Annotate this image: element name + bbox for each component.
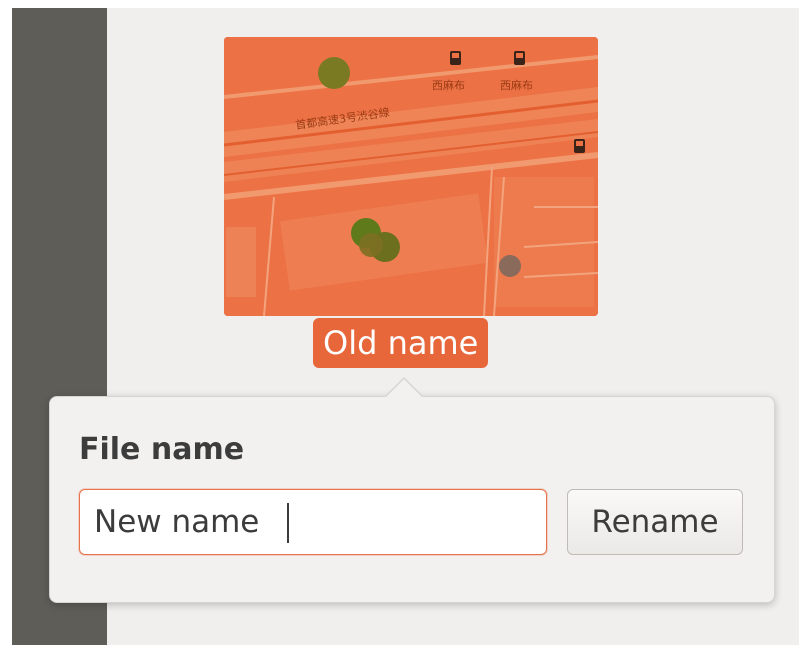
map-image: 西麻布 西麻布 首都高速3号渋谷線 [224, 37, 598, 316]
popover-arrow-fill [386, 379, 422, 397]
rename-button[interactable]: Rename [567, 489, 743, 555]
text-caret [287, 503, 289, 543]
bus-stop-icon [450, 51, 461, 65]
file-name-field-label: File name [79, 432, 245, 467]
file-name-input[interactable] [79, 489, 547, 555]
bus-stop-icon [514, 51, 525, 65]
map-label: 西麻布 [432, 78, 465, 92]
map-thumbnail[interactable]: 西麻布 西麻布 首都高速3号渋谷線 [224, 37, 598, 316]
bus-stop-icon [574, 139, 585, 153]
map-label: 西麻布 [500, 78, 533, 92]
file-name-label[interactable]: Old name [313, 318, 489, 368]
